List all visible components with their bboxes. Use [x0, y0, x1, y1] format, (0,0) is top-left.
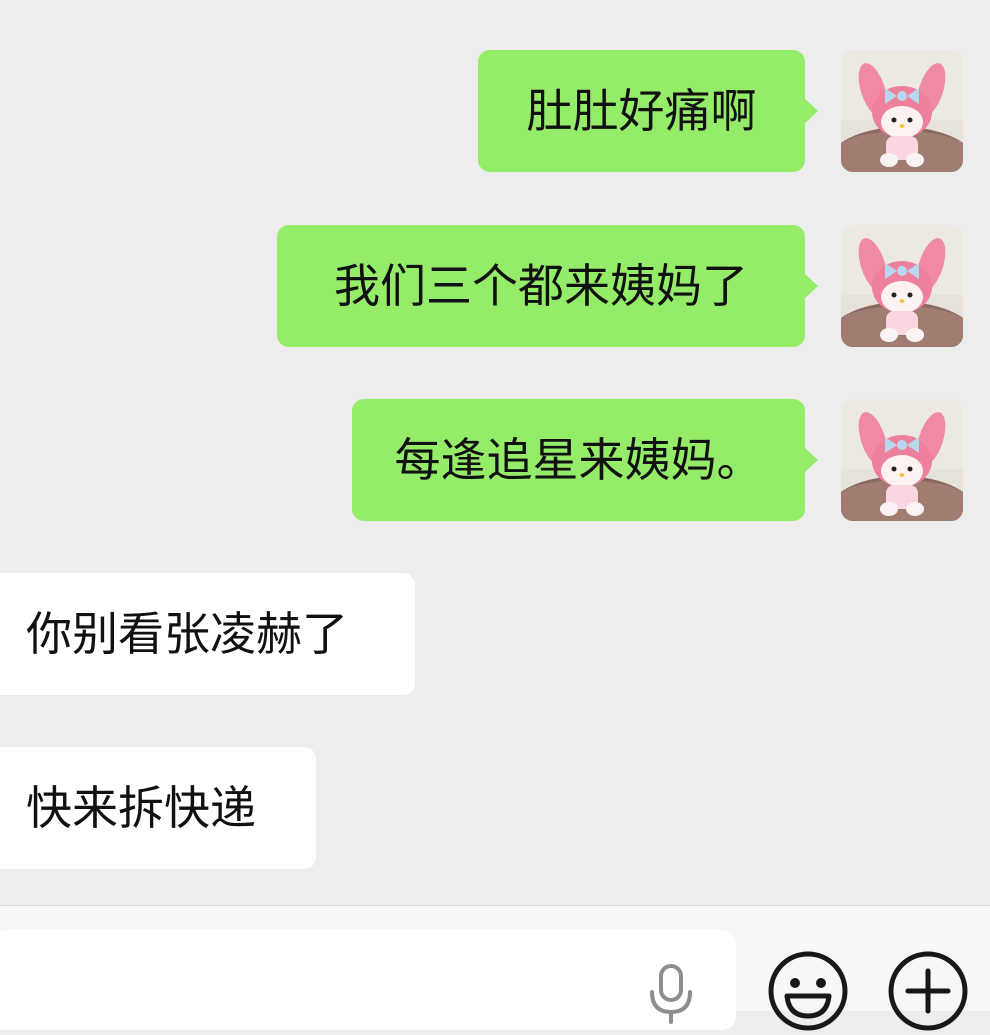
- received-message-bubble[interactable]: 快来拆快递: [0, 747, 316, 869]
- chat-input-bar: [0, 905, 990, 1031]
- chat-message-list[interactable]: 肚肚好痛啊 我们三个都来姨妈了 每逢追星来姨妈。 你别看张凌赫了 快来拆快递: [0, 0, 990, 905]
- sent-message-bubble[interactable]: 我们三个都来姨妈了: [277, 225, 818, 347]
- user-avatar[interactable]: [841, 399, 963, 521]
- user-avatar[interactable]: [841, 50, 963, 172]
- smiley-face-icon: [768, 951, 848, 1031]
- more-options-button[interactable]: [887, 950, 969, 1032]
- pink-plush-doll-icon: [841, 225, 963, 347]
- pink-plush-doll-icon: [841, 399, 963, 521]
- plus-circle-icon: [888, 951, 968, 1031]
- pink-plush-doll-icon: [841, 50, 963, 172]
- emoji-button[interactable]: [767, 950, 849, 1032]
- message-input[interactable]: [0, 930, 736, 1030]
- sent-message-bubble[interactable]: 肚肚好痛啊: [478, 50, 818, 172]
- user-avatar[interactable]: [841, 225, 963, 347]
- received-message-bubble[interactable]: 你别看张凌赫了: [0, 573, 415, 695]
- sent-message-bubble[interactable]: 每逢追星来姨妈。: [352, 399, 818, 521]
- microphone-icon[interactable]: [646, 964, 696, 1024]
